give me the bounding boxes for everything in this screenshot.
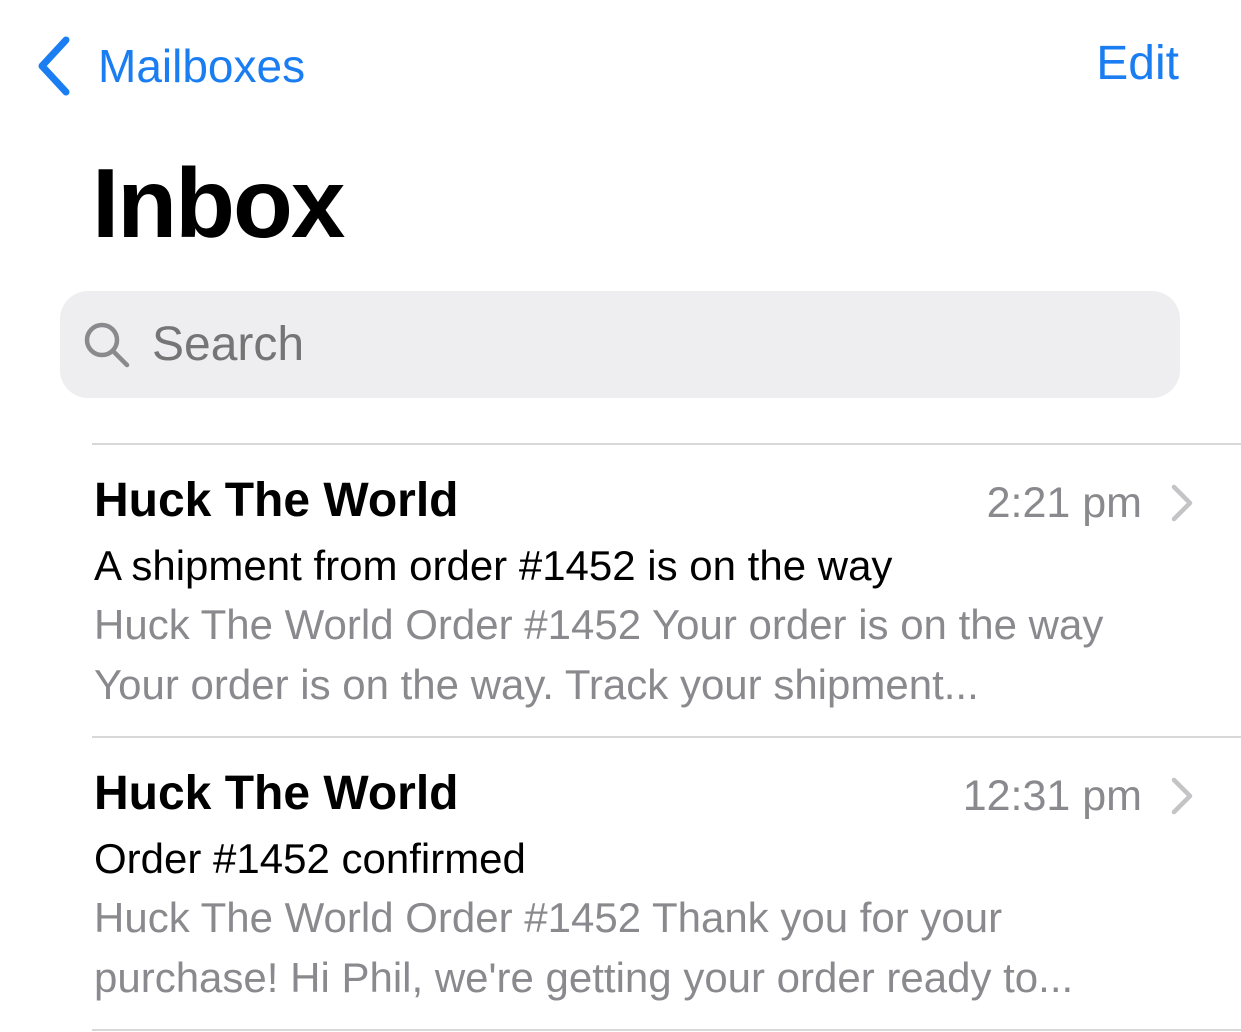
back-to-mailboxes-button[interactable]: Mailboxes [36, 34, 305, 98]
message-subject: A shipment from order #1452 is on the wa… [94, 542, 893, 589]
message-row[interactable]: Huck The World 12:31 pm Order #1452 conf… [0, 738, 1241, 1028]
message-preview: Huck The World Order #1452 Your order is… [94, 601, 1104, 708]
list-divider [92, 1029, 1241, 1031]
message-preview: Huck The World Order #1452 Thank you for… [94, 894, 1074, 1001]
edit-button[interactable]: Edit [1096, 40, 1179, 88]
page-title: Inbox [92, 148, 345, 258]
message-row[interactable]: Huck The World 2:21 pm A shipment from o… [0, 445, 1241, 735]
message-time: 2:21 pm [986, 479, 1142, 527]
search-icon [82, 320, 132, 370]
chevron-left-icon [36, 34, 72, 98]
message-sender: Huck The World [94, 474, 459, 527]
chevron-right-icon [1169, 483, 1195, 523]
chevron-right-icon [1169, 776, 1195, 816]
message-sender: Huck The World [94, 767, 459, 820]
search-input[interactable] [150, 316, 1054, 373]
message-time: 12:31 pm [962, 772, 1142, 820]
search-bar[interactable] [60, 291, 1180, 398]
message-subject: Order #1452 confirmed [94, 835, 526, 882]
back-button-label: Mailboxes [98, 40, 306, 92]
